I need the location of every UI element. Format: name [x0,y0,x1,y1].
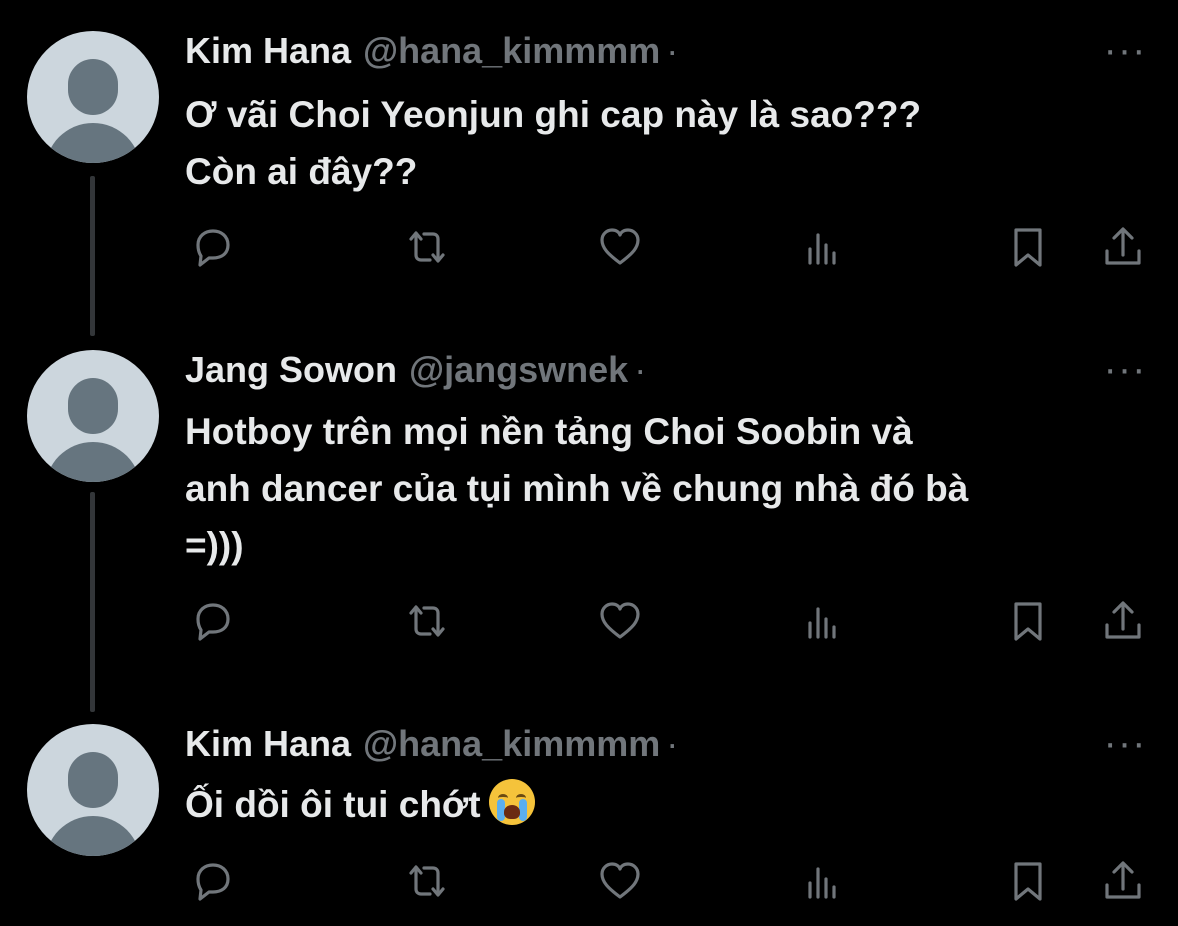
views-icon[interactable] [797,596,847,646]
tweet[interactable]: Jang Sowon @jangswnek · ··· Hotboy trên … [0,330,1178,712]
reply-icon[interactable] [187,856,237,906]
avatar-body-shape [45,442,141,482]
retweet-icon[interactable] [402,596,452,646]
loudly-crying-face-icon [488,779,535,825]
avatar-body-shape [45,816,141,856]
separator-dot: · [634,349,647,390]
tweet[interactable]: Kim Hana @hana_kimmmm · ··· Ơ vãi Choi Y… [0,0,1178,336]
retweet-icon[interactable] [402,856,452,906]
like-icon[interactable] [595,222,645,272]
bookmark-icon[interactable] [1003,222,1053,272]
tweet-text: Ối dồi ôi tui chớt [185,776,1145,833]
tweet-header: Kim Hana @hana_kimmmm · [185,722,678,766]
views-icon[interactable] [797,222,847,272]
separator-dot: · [666,30,679,71]
user-handle[interactable]: @jangswnek [409,349,628,391]
tweet[interactable]: Kim Hana @hana_kimmmm · ··· Ối dồi ôi tu… [0,700,1178,926]
tweet-header: Jang Sowon @jangswnek · [185,348,646,392]
reply-icon[interactable] [187,222,237,272]
share-icon[interactable] [1098,856,1148,906]
user-handle[interactable]: @hana_kimmmm [363,30,660,72]
display-name[interactable]: Kim Hana [185,723,351,765]
avatar[interactable] [27,31,159,163]
tweet-text-line: anh dancer của tụi mình về chung nhà đó … [185,468,969,509]
views-icon[interactable] [797,856,847,906]
more-options-icon[interactable]: ··· [1100,723,1150,763]
avatar-head-shape [68,752,118,808]
tweet-text-line: Ối dồi ôi tui chớt [185,776,1145,833]
display-name[interactable]: Kim Hana [185,30,351,72]
display-name[interactable]: Jang Sowon [185,349,397,391]
avatar[interactable] [27,350,159,482]
action-bar [0,222,1178,272]
tweet-text-line: =))) [185,525,244,566]
tweet-text-line: Ơ vãi Choi Yeonjun ghi cap này là sao??? [185,94,922,135]
separator-dot: · [666,723,679,764]
action-bar [0,596,1178,646]
avatar[interactable] [27,724,159,856]
like-icon[interactable] [595,856,645,906]
more-options-icon[interactable]: ··· [1100,30,1150,70]
like-icon[interactable] [595,596,645,646]
tweet-text: Hotboy trên mọi nền tảng Choi Soobin và … [185,403,1145,574]
bookmark-icon[interactable] [1003,596,1053,646]
retweet-icon[interactable] [402,222,452,272]
tweet-text-line: Còn ai đây?? [185,151,418,192]
more-options-icon[interactable]: ··· [1100,349,1150,389]
share-icon[interactable] [1098,222,1148,272]
share-icon[interactable] [1098,596,1148,646]
tweet-text-content: Ối dồi ôi tui chớt [185,784,481,825]
bookmark-icon[interactable] [1003,856,1053,906]
tweet-header: Kim Hana @hana_kimmmm · [185,29,678,73]
user-handle[interactable]: @hana_kimmmm [363,723,660,765]
tweet-text: Ơ vãi Choi Yeonjun ghi cap này là sao???… [185,86,1145,200]
tweet-text-line: Hotboy trên mọi nền tảng Choi Soobin và [185,411,913,452]
reply-icon[interactable] [187,596,237,646]
avatar-body-shape [45,123,141,163]
action-bar [0,856,1178,906]
avatar-head-shape [68,59,118,115]
avatar-head-shape [68,378,118,434]
